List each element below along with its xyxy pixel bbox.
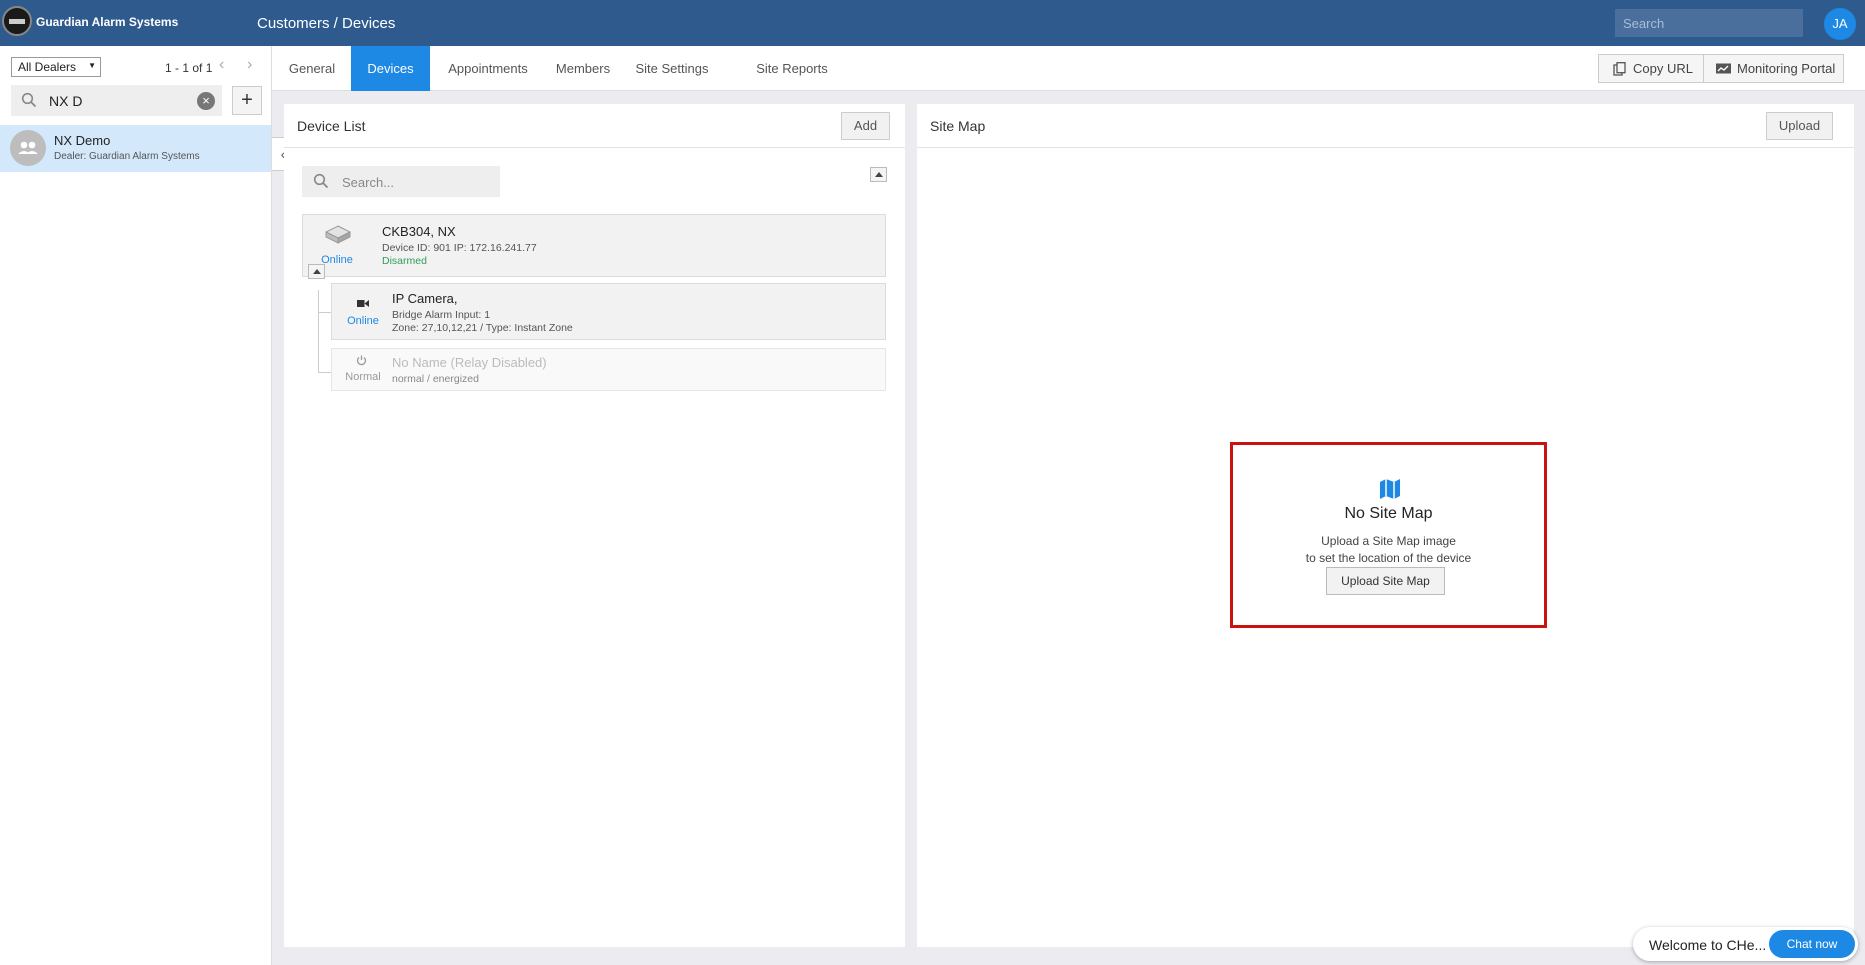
copy-url-label: Copy URL <box>1633 61 1693 76</box>
relay-state: normal / energized <box>392 373 479 385</box>
dealer-filter-select[interactable]: All Dealers ▼ <box>11 57 101 77</box>
top-bar: Guardian Alarm Systems Customers / Devic… <box>0 0 1865 46</box>
chat-now-button[interactable]: Chat now <box>1769 930 1855 958</box>
monitoring-portal-button[interactable]: Monitoring Portal <box>1704 54 1844 83</box>
monitor-chart-icon <box>1716 63 1731 74</box>
customer-search-box: × <box>11 85 222 116</box>
map-icon <box>1380 479 1400 499</box>
no-site-map-description: Upload a Site Map image to set the locat… <box>1233 533 1544 567</box>
brand-name: Guardian Alarm Systems <box>36 15 179 29</box>
card-header-divider <box>917 147 1854 148</box>
device-row-relay[interactable]: Normal No Name (Relay Disabled) normal /… <box>331 348 886 391</box>
device-name: IP Camera, <box>392 291 458 306</box>
add-device-button[interactable]: Add <box>841 112 890 140</box>
clear-search-icon[interactable]: × <box>197 92 215 110</box>
device-id-ip: Device ID: 901 IP: 172.16.241.77 <box>382 242 537 254</box>
tab-devices[interactable]: Devices <box>351 46 430 91</box>
collapse-children-button[interactable] <box>308 264 325 279</box>
device-status: Online <box>347 315 379 327</box>
bridge-input: Bridge Alarm Input: 1 <box>392 309 491 321</box>
tab-general[interactable]: General <box>278 46 346 91</box>
device-search-box <box>302 166 500 197</box>
tree-branch <box>318 312 331 313</box>
copy-icon <box>1613 62 1626 76</box>
device-status: Normal <box>345 371 381 383</box>
device-row-panel[interactable]: Online CKB304, NX Device ID: 901 IP: 172… <box>302 214 886 277</box>
customer-search-input[interactable] <box>49 91 199 111</box>
description-line: Upload a Site Map image <box>1321 534 1456 548</box>
user-avatar[interactable]: JA <box>1824 8 1856 40</box>
collapse-all-button[interactable] <box>870 167 887 182</box>
tab-appointments[interactable]: Appointments <box>440 46 536 91</box>
chat-welcome-text: Welcome to CHe... <box>1649 937 1767 953</box>
customer-name: NX Demo <box>54 133 111 148</box>
arm-status: Disarmed <box>382 255 427 267</box>
chevron-right-icon[interactable]: › <box>247 56 252 74</box>
power-icon <box>356 355 367 366</box>
description-line: to set the location of the device <box>1305 551 1472 565</box>
dealer-filter-value: All Dealers <box>18 60 77 74</box>
customer-sidebar: All Dealers ▼ 1 - 1 of 1 ‹ › × + NX Demo… <box>0 46 272 965</box>
no-site-map-panel: No Site Map Upload a Site Map image to s… <box>1230 442 1547 628</box>
upload-button[interactable]: Upload <box>1766 112 1833 140</box>
device-name: No Name (Relay Disabled) <box>392 355 547 370</box>
tab-site-settings[interactable]: Site Settings <box>628 46 716 91</box>
tabs-bar: General Devices Appointments Members Sit… <box>272 46 1865 91</box>
customer-group-icon <box>10 130 46 166</box>
zone-type: Zone: 27,10,12,21 / Type: Instant Zone <box>392 322 573 334</box>
search-icon <box>313 173 329 192</box>
video-camera-icon <box>357 300 369 307</box>
add-customer-button[interactable]: + <box>232 86 262 115</box>
monitoring-portal-label: Monitoring Portal <box>1737 61 1836 76</box>
card-header-divider <box>284 147 905 148</box>
customer-list-item[interactable]: NX Demo Dealer: Guardian Alarm Systems <box>0 125 271 172</box>
tab-site-reports[interactable]: Site Reports <box>756 46 828 91</box>
chat-widget: Welcome to CHe... Chat now <box>1633 927 1858 961</box>
tree-branch <box>318 372 331 373</box>
panel-device-icon <box>325 225 351 244</box>
copy-url-button[interactable]: Copy URL <box>1598 54 1704 83</box>
chevron-left-icon[interactable]: ‹ <box>219 56 224 74</box>
no-site-map-title: No Site Map <box>1344 505 1433 522</box>
customer-dealer: Dealer: Guardian Alarm Systems <box>54 151 200 162</box>
company-logo <box>2 6 32 36</box>
tab-members[interactable]: Members <box>550 46 616 91</box>
site-map-title: Site Map <box>930 118 986 134</box>
device-search-input[interactable] <box>342 172 492 192</box>
global-search-input[interactable] <box>1615 9 1803 37</box>
device-list-card: Device List Add Online CKB304, NX Device… <box>284 104 905 947</box>
tree-line <box>318 290 319 372</box>
site-map-card: Site Map Upload No Site Map Upload a Sit… <box>917 104 1854 947</box>
device-row-camera[interactable]: Online IP Camera, Bridge Alarm Input: 1 … <box>331 283 886 340</box>
caret-down-icon: ▼ <box>88 61 96 70</box>
pager-text: 1 - 1 of 1 <box>165 61 213 75</box>
device-name: CKB304, NX <box>382 224 456 239</box>
device-list-title: Device List <box>297 118 366 134</box>
upload-site-map-button[interactable]: Upload Site Map <box>1326 567 1445 595</box>
page-title: Customers / Devices <box>257 15 396 32</box>
search-icon <box>21 92 37 111</box>
